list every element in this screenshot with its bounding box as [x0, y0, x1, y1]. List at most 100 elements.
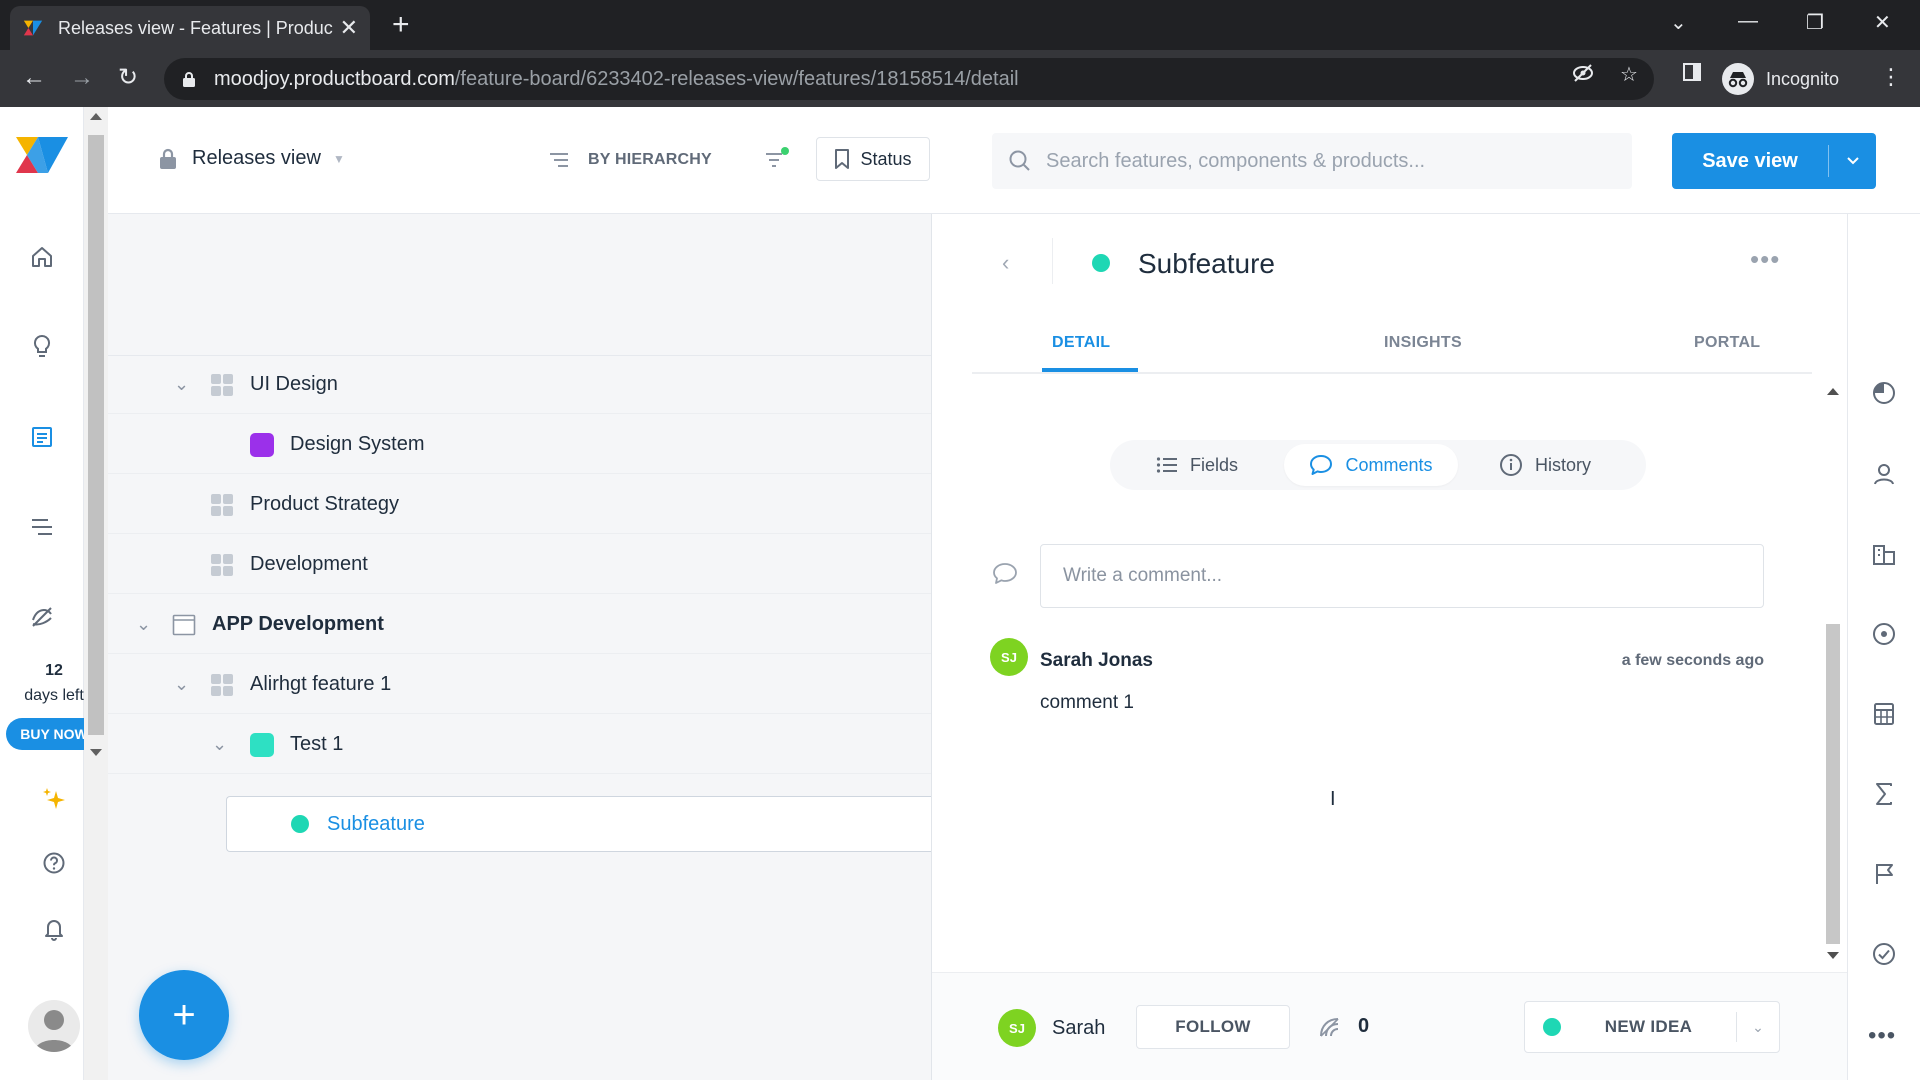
board-row-ui-design[interactable]: ⌄ UI Design	[108, 356, 931, 414]
segment-fields-label: Fields	[1189, 454, 1238, 475]
status-button[interactable]: Status	[816, 137, 930, 181]
buildings-icon[interactable]	[1868, 538, 1900, 570]
detail-section-switcher: Fields Comments History	[1110, 440, 1646, 490]
board-row-design-system[interactable]: Design System	[108, 416, 931, 474]
board-row-subfeature[interactable]: Subfeature	[226, 796, 931, 852]
comment-icon	[992, 562, 1018, 591]
new-tab-icon[interactable]: +	[392, 10, 410, 40]
search-input[interactable]	[1046, 149, 1606, 173]
collapse-chevron-icon[interactable]: ⌄	[174, 674, 189, 695]
tab-title: Releases view - Features | Produc	[58, 17, 333, 38]
collapse-chevron-icon[interactable]: ⌄	[212, 734, 227, 755]
row-label: APP Development	[212, 613, 384, 635]
status-selector[interactable]: NEW IDEA ⌄	[1524, 1001, 1780, 1053]
help-icon[interactable]	[38, 847, 70, 879]
check-circle-icon[interactable]	[1868, 938, 1900, 970]
tab-close-icon[interactable]: ✕	[340, 15, 358, 41]
board-row-alirhgt-feature-1[interactable]: ⌄ Alirhgt feature 1	[108, 656, 931, 714]
portal-icon[interactable]	[26, 601, 58, 633]
scroll-down-arrow-icon[interactable]	[90, 749, 102, 756]
scrollbar-thumb[interactable]	[88, 135, 104, 735]
board-row-app-development[interactable]: ⌄ APP Development	[108, 596, 931, 654]
sparkle-icon[interactable]	[38, 783, 70, 815]
segment-history[interactable]: History	[1458, 444, 1632, 486]
back-icon[interactable]: ←	[22, 64, 46, 92]
scrollbar-thumb[interactable]	[1826, 624, 1840, 944]
bookmark-star-icon[interactable]: ☆	[1620, 62, 1638, 87]
component-icon	[211, 553, 233, 576]
segment-comments[interactable]: Comments	[1284, 444, 1458, 486]
insights-bulb-icon[interactable]	[26, 331, 58, 363]
board-toolbar: Releases view ▼ BY HIERARCHY Status Save…	[108, 107, 1920, 214]
row-label: Test 1	[290, 733, 344, 755]
forward-icon[interactable]: →	[70, 64, 94, 92]
follow-button[interactable]: FOLLOW	[1136, 1005, 1290, 1049]
segment-fields[interactable]: Fields	[1110, 444, 1284, 486]
sigma-icon[interactable]	[1868, 778, 1900, 810]
tab-detail[interactable]: DETAIL	[1052, 334, 1110, 352]
scroll-up-arrow-icon[interactable]	[90, 113, 102, 120]
scroll-down-arrow-icon[interactable]	[1827, 952, 1839, 959]
status-label: NEW IDEA	[1604, 1017, 1693, 1036]
view-selector[interactable]: Releases view ▼	[158, 147, 345, 170]
side-panel-icon[interactable]	[1682, 62, 1702, 88]
row-label: Alirhgt feature 1	[250, 673, 392, 695]
comment-author-name[interactable]: Sarah Jonas	[1040, 650, 1153, 672]
user-icon[interactable]	[1868, 458, 1900, 490]
save-view-dropdown-icon[interactable]	[1829, 156, 1876, 166]
feature-title[interactable]: Subfeature	[1138, 248, 1275, 280]
close-window-icon[interactable]: ✕	[1874, 10, 1891, 35]
user-avatar[interactable]	[28, 1000, 80, 1052]
filter-icon[interactable]	[762, 145, 792, 175]
comment-author-avatar[interactable]: SJ	[990, 638, 1028, 676]
scroll-up-arrow-icon[interactable]	[1827, 388, 1839, 395]
feature-board: ⌄ UI Design Design System Product Strate…	[108, 214, 931, 1080]
browser-menu-icon[interactable]: ⋮	[1880, 64, 1902, 90]
flag-icon[interactable]	[1868, 858, 1900, 890]
app-navigation-rail: 12 days left BUY NOW	[0, 107, 102, 1080]
collapse-chevron-icon[interactable]: ⌄	[136, 614, 151, 635]
more-options-icon[interactable]: •••	[1750, 244, 1780, 275]
search-box[interactable]	[992, 133, 1632, 189]
incognito-icon	[1722, 63, 1754, 95]
minimize-icon[interactable]: —	[1738, 10, 1758, 33]
features-board-icon[interactable]	[26, 421, 58, 453]
board-row-development[interactable]: Development	[108, 536, 931, 594]
calculator-icon[interactable]	[1868, 698, 1900, 730]
grouping-selector[interactable]: BY HIERARCHY	[548, 151, 712, 169]
comment-box[interactable]	[1040, 544, 1764, 608]
productboard-logo[interactable]	[14, 133, 70, 177]
back-chevron-icon[interactable]: ‹	[1002, 250, 1009, 276]
chevron-down-icon: ▼	[332, 151, 345, 166]
notifications-bell-icon[interactable]	[38, 913, 70, 945]
tab-insights[interactable]: INSIGHTS	[1384, 334, 1462, 352]
incognito-profile[interactable]: Incognito	[1722, 58, 1839, 100]
timeline-icon[interactable]	[1868, 377, 1900, 409]
roadmap-icon[interactable]	[26, 511, 58, 543]
tab-portal[interactable]: PORTAL	[1694, 334, 1760, 352]
board-row-test-1[interactable]: ⌄ Test 1	[108, 716, 931, 774]
restore-icon[interactable]: ❐	[1806, 10, 1824, 35]
collapse-chevron-icon[interactable]: ⌄	[174, 374, 189, 395]
add-button[interactable]: +	[139, 970, 229, 1060]
home-icon[interactable]	[26, 241, 58, 273]
owner-name[interactable]: Sarah	[1052, 1017, 1105, 1040]
rail-scrollbar[interactable]	[84, 107, 108, 1080]
more-icon[interactable]: •••	[1868, 1022, 1896, 1050]
board-row-product-strategy[interactable]: Product Strategy	[108, 476, 931, 534]
tab-search-icon[interactable]: ⌄	[1670, 10, 1687, 35]
feature-color-swatch	[250, 732, 274, 757]
reload-icon[interactable]: ↻	[118, 64, 138, 92]
address-bar[interactable]: moodjoy.productboard.com /feature-board/…	[164, 58, 1654, 100]
chevron-down-icon[interactable]: ⌄	[1737, 1019, 1779, 1036]
url-path: /feature-board/6233402-releases-view/fea…	[454, 67, 1019, 90]
browser-tab[interactable]: Releases view - Features | Produc ✕	[10, 6, 370, 50]
owner-avatar[interactable]: SJ	[998, 1009, 1036, 1047]
detail-scrollbar[interactable]	[1822, 384, 1844, 964]
comment-input[interactable]	[1063, 565, 1741, 587]
tracking-protection-icon[interactable]	[1572, 62, 1594, 90]
target-icon[interactable]	[1868, 618, 1900, 650]
save-view-button[interactable]: Save view	[1672, 133, 1876, 189]
list-icon	[1156, 457, 1177, 473]
votes-counter[interactable]: 0	[1318, 1015, 1369, 1038]
